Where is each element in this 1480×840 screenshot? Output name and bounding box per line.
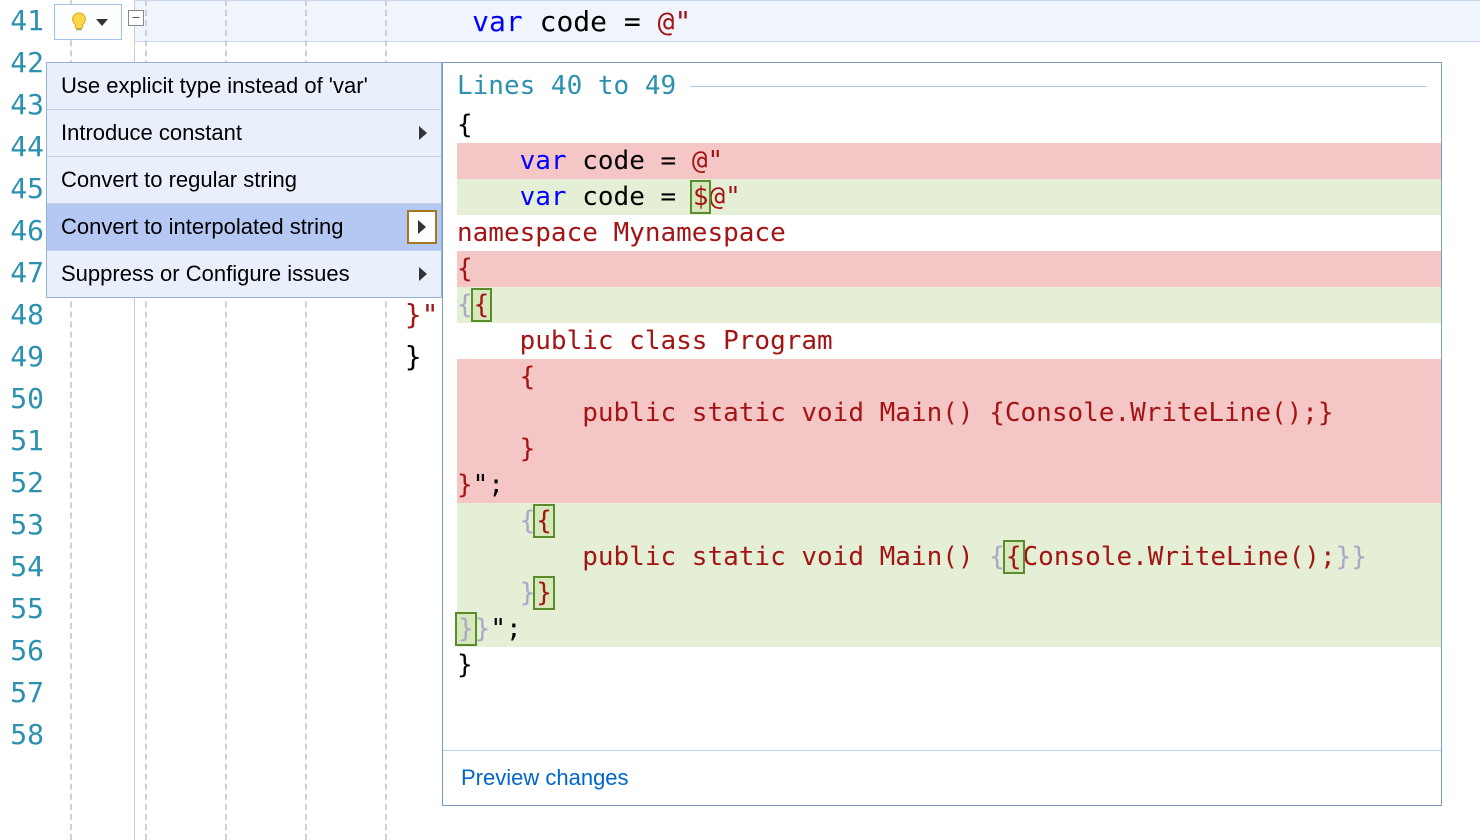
line-number: 44 — [0, 126, 50, 168]
menu-item[interactable]: Use explicit type instead of 'var' — [47, 63, 441, 110]
line-number: 58 — [0, 714, 50, 756]
menu-item-label: Suppress or Configure issues — [61, 261, 350, 287]
preview-line: } — [457, 647, 1441, 683]
preview-panel: Lines 40 to 49 { var code = @" var code … — [442, 62, 1442, 806]
line-number: 42 — [0, 42, 50, 84]
lightbulb-icon — [68, 11, 90, 33]
menu-item[interactable]: Introduce constant — [47, 110, 441, 157]
preview-line: public static void Main() {{Console.Writ… — [457, 539, 1441, 575]
preview-line: }}"; — [457, 611, 1441, 647]
menu-item-label: Introduce constant — [61, 120, 242, 146]
code-line-41[interactable]: var code = @" — [135, 0, 1480, 42]
menu-item[interactable]: Suppress or Configure issues — [47, 251, 441, 297]
preview-line: public class Program — [457, 323, 1441, 359]
preview-line: var code = @" — [457, 143, 1441, 179]
line-number: 46 — [0, 210, 50, 252]
menu-item-label: Convert to regular string — [61, 167, 297, 193]
line-number: 41 — [0, 0, 50, 42]
line-number: 55 — [0, 588, 50, 630]
preview-line: { — [457, 107, 1441, 143]
menu-item-label: Use explicit type instead of 'var' — [61, 73, 368, 99]
menu-item[interactable]: Convert to regular string — [47, 157, 441, 204]
line-number: 48 — [0, 294, 50, 336]
preview-line: var code = $@" — [457, 179, 1441, 215]
preview-line: {{ — [457, 503, 1441, 539]
preview-header-text: Lines 40 to 49 — [457, 71, 676, 101]
preview-body: { var code = @" var code = $@"namespace … — [443, 107, 1441, 750]
preview-line: {{ — [457, 287, 1441, 323]
menu-item[interactable]: Convert to interpolated string — [47, 204, 441, 251]
line-number: 52 — [0, 462, 50, 504]
submenu-arrow-icon — [419, 126, 427, 140]
lightbulb-button[interactable] — [54, 4, 122, 40]
line-number: 43 — [0, 84, 50, 126]
line-number-gutter: 414243444546474849505152535455565758 — [0, 0, 50, 840]
quick-actions-menu: Use explicit type instead of 'var' Introd… — [46, 62, 442, 298]
submenu-arrow-icon — [407, 210, 437, 244]
preview-line: public static void Main() {Console.Write… — [457, 395, 1441, 431]
preview-line: namespace Mynamespace — [457, 215, 1441, 251]
preview-line: { — [457, 251, 1441, 287]
line-number: 47 — [0, 252, 50, 294]
submenu-arrow-icon — [419, 267, 427, 281]
preview-line: } — [457, 431, 1441, 467]
line-number: 54 — [0, 546, 50, 588]
preview-line: { — [457, 359, 1441, 395]
outline-collapse-icon[interactable]: − — [128, 10, 144, 26]
line-number: 57 — [0, 672, 50, 714]
line-number: 50 — [0, 378, 50, 420]
line-number: 45 — [0, 168, 50, 210]
line-number: 51 — [0, 420, 50, 462]
line-number: 53 — [0, 504, 50, 546]
preview-changes-link[interactable]: Preview changes — [443, 750, 1441, 805]
preview-header: Lines 40 to 49 — [443, 63, 1441, 107]
line-number: 49 — [0, 336, 50, 378]
chevron-down-icon — [96, 19, 108, 26]
menu-item-label: Convert to interpolated string — [61, 214, 344, 240]
preview-line: }"; — [457, 467, 1441, 503]
line-number: 56 — [0, 630, 50, 672]
preview-line: }} — [457, 575, 1441, 611]
